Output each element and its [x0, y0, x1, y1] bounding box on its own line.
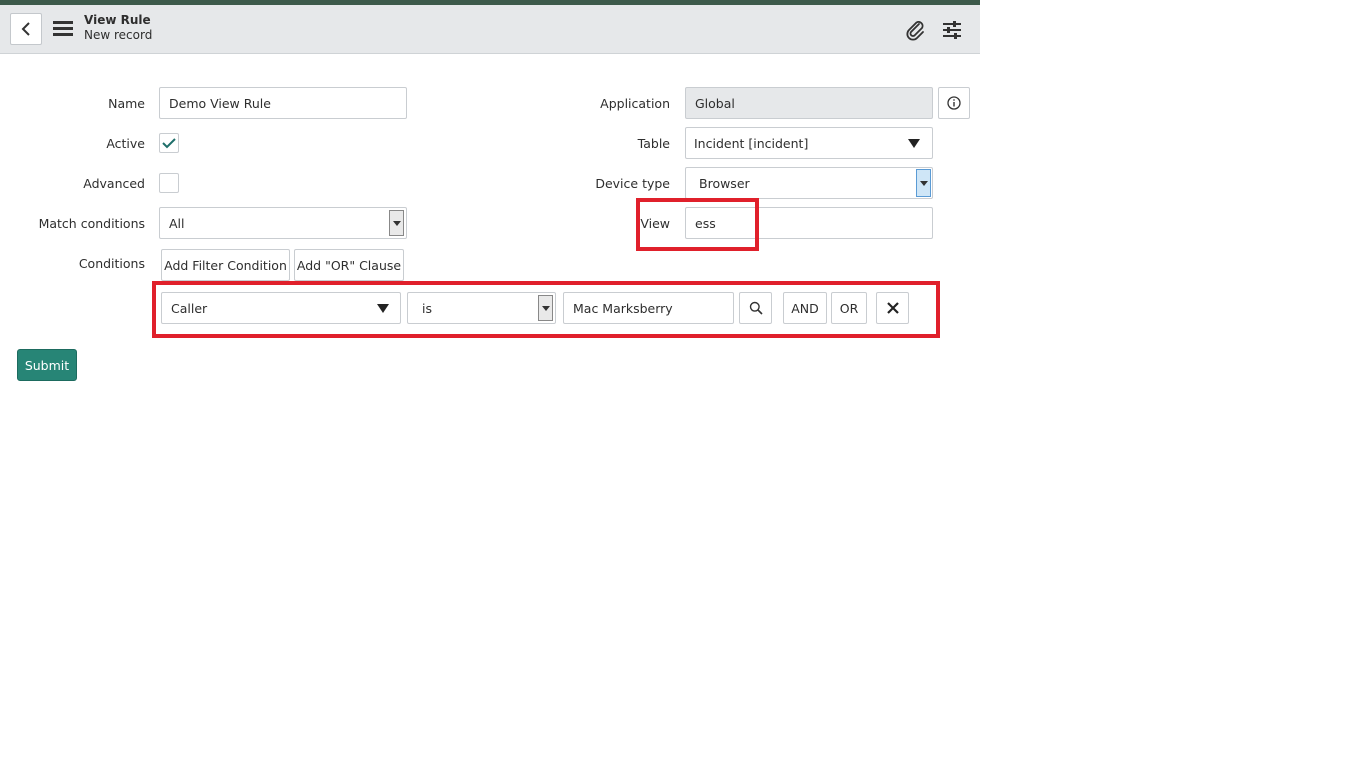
condition-highlight-box [152, 281, 940, 338]
checkmark-icon [162, 138, 176, 149]
device-type-value: Browser [699, 175, 750, 191]
advanced-label: Advanced [83, 176, 145, 191]
name-label: Name [108, 96, 145, 111]
name-field[interactable]: Demo View Rule [159, 87, 407, 119]
conditions-label: Conditions [78, 256, 145, 271]
add-filter-condition-button[interactable]: Add Filter Condition [161, 249, 290, 281]
device-type-label: Device type [595, 176, 670, 191]
table-select[interactable]: Incident [incident] [685, 127, 933, 159]
back-button[interactable] [10, 13, 42, 45]
chevron-down-icon [389, 210, 404, 236]
menu-icon[interactable] [53, 19, 73, 39]
add-or-clause-button[interactable]: Add "OR" Clause [294, 249, 404, 281]
table-value: Incident [incident] [694, 135, 809, 151]
match-conditions-label: Match conditions [38, 216, 145, 231]
page-title: View Rule [84, 13, 151, 27]
info-button[interactable] [938, 87, 970, 119]
page-subtitle: New record [84, 28, 153, 42]
settings-sliders-icon[interactable] [939, 17, 965, 43]
table-label: Table [637, 136, 670, 151]
active-label: Active [106, 136, 145, 151]
submit-button[interactable]: Submit [17, 349, 77, 381]
application-field: Global [685, 87, 933, 119]
chevron-down-icon [916, 169, 931, 197]
info-icon [947, 96, 961, 110]
active-checkbox[interactable] [159, 133, 179, 153]
match-conditions-select[interactable]: All [159, 207, 407, 239]
application-label: Application [600, 96, 670, 111]
device-type-select[interactable]: Browser [685, 167, 933, 199]
advanced-checkbox[interactable] [159, 173, 179, 193]
chevron-down-icon [908, 139, 920, 148]
paperclip-icon[interactable] [902, 17, 928, 43]
back-icon [21, 22, 30, 36]
match-conditions-value: All [169, 215, 185, 231]
view-highlight-box [636, 198, 759, 251]
